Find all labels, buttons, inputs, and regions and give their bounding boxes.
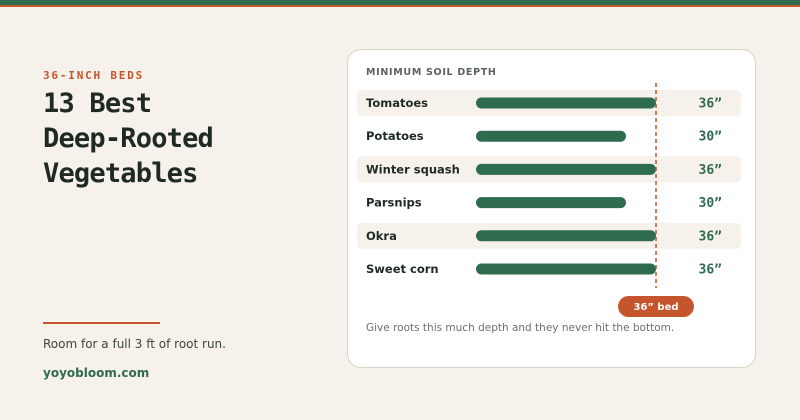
page-title-line-3: Vegetables [43, 158, 198, 189]
page-title: 13 Best Deep-Rooted Vegetables [43, 86, 323, 191]
bar [476, 197, 626, 209]
accent-rule [43, 322, 160, 324]
category-label: Potatoes [366, 129, 424, 143]
page-title-line-2: Deep-Rooted [43, 123, 214, 154]
category-label: Okra [366, 229, 397, 243]
value-label: 36” [699, 163, 722, 178]
value-label: 36” [699, 229, 722, 244]
bar [476, 230, 656, 242]
bar [476, 163, 656, 175]
value-label: 30” [699, 130, 722, 145]
bar [476, 263, 656, 275]
top-band-accent [0, 5, 800, 7]
page-title-line-1: 13 Best [43, 88, 152, 119]
chart-card: MINIMUM SOIL DEPTH Tomatoes 36” Potatoes 30… [347, 49, 756, 368]
value-label: 36” [699, 97, 722, 112]
reference-label: 36” bed [633, 302, 678, 313]
category-label: Winter squash [366, 162, 460, 176]
eyebrow: 36-INCH BEDS [43, 69, 145, 82]
hero-note: Room for a full 3 ft of root run. [43, 337, 226, 351]
value-label: 30” [699, 196, 722, 211]
value-label: 36” [699, 263, 722, 278]
chart-caption: Give roots this much depth and they neve… [366, 322, 675, 334]
category-label: Tomatoes [366, 96, 428, 110]
site-url[interactable]: yoyobloom.com [43, 366, 149, 380]
category-label: Sweet corn [366, 262, 439, 276]
bar [476, 97, 656, 109]
bar [476, 130, 626, 142]
category-label: Parsnips [366, 196, 422, 210]
